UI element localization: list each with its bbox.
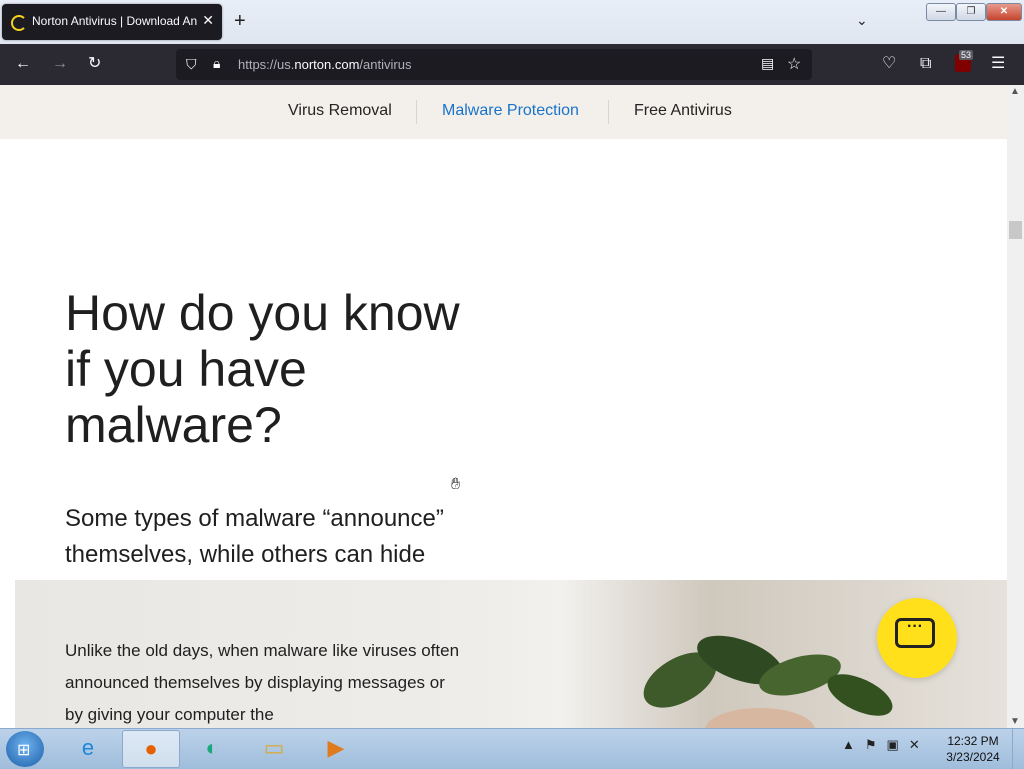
divider <box>608 100 609 124</box>
new-tab-button[interactable]: + <box>234 10 246 32</box>
bookmark-star-icon[interactable]: ☆ <box>787 54 801 74</box>
page-scrollbar[interactable]: ▲ ▼ <box>1007 85 1024 728</box>
url-text[interactable]: https://us.norton.com/antivirus <box>238 57 411 72</box>
scroll-thumb[interactable] <box>1009 221 1022 239</box>
web-page: Virus Removal Malware Protection Free An… <box>0 85 1007 728</box>
clock-time: 12:32 PM <box>947 734 999 748</box>
subnav-malware-protection[interactable]: Malware Protection <box>442 102 579 120</box>
show-hidden-icons-icon[interactable]: ▲ <box>842 737 865 752</box>
scroll-down-icon[interactable]: ▼ <box>1010 716 1020 727</box>
clock-date: 3/23/2024 <box>946 750 1000 764</box>
divider <box>416 100 417 124</box>
pocket-icon[interactable]: ♡ <box>882 55 896 73</box>
page-heading: How do you know if you have malware? <box>65 285 460 453</box>
window-maximize-button[interactable]: ❐ <box>956 3 986 21</box>
windows-logo-icon: ⊞ <box>17 742 31 759</box>
firefox-icon[interactable]: ● <box>122 730 180 768</box>
subnav-virus-removal[interactable]: Virus Removal <box>288 102 392 120</box>
edge-icon[interactable]: ◐ <box>184 730 240 766</box>
plant-image <box>643 635 893 728</box>
loading-spinner-icon <box>11 15 27 31</box>
window-close-button[interactable]: ✕ <box>986 3 1022 21</box>
menu-icon[interactable]: ☰ <box>991 55 1005 73</box>
tab-strip: Norton Antivirus | Download Antivirus ✕ … <box>0 0 1024 44</box>
internet-explorer-icon[interactable]: e <box>60 730 116 766</box>
action-center-flag-icon[interactable]: ⚑ <box>865 737 887 752</box>
reload-button[interactable]: ↻ <box>88 55 101 73</box>
back-button[interactable]: ← <box>15 55 31 73</box>
volume-muted-icon[interactable]: ✕ <box>909 737 930 752</box>
file-explorer-icon[interactable]: ▭ <box>246 730 302 766</box>
lock-icon[interactable]: 🔒︎ <box>213 55 220 72</box>
extensions-icon[interactable]: ⧉ <box>920 55 931 73</box>
media-player-icon[interactable]: ▶ <box>308 730 364 766</box>
reader-view-icon[interactable]: ▤ <box>761 55 774 72</box>
clock[interactable]: 12:32 PM 3/23/2024 <box>944 733 1002 765</box>
subnav-free-antivirus[interactable]: Free Antivirus <box>634 102 732 120</box>
chat-icon: ··· <box>895 618 935 648</box>
list-all-tabs-button[interactable]: ⌄ <box>856 12 868 29</box>
hand-cursor-icon: ✋︎ <box>451 476 461 493</box>
start-button[interactable]: ⊞ <box>6 731 44 767</box>
tab-close-icon[interactable]: ✕ <box>202 12 214 29</box>
body-paragraph: Unlike the old days, when malware like v… <box>65 641 460 724</box>
shield-icon[interactable]: ⛉ <box>186 56 197 73</box>
scroll-up-icon[interactable]: ▲ <box>1010 86 1020 97</box>
network-icon[interactable]: ▣ <box>887 737 909 752</box>
window-minimize-button[interactable]: — <box>926 3 956 21</box>
tab-norton-antivirus[interactable]: Norton Antivirus | Download Antivirus ✕ <box>2 4 222 40</box>
taskbar: ⊞ e ● ◐ ▭ ▶ ▲⚑▣✕ 12:32 PM 3/23/2024 <box>0 728 1024 769</box>
chat-button[interactable]: ··· <box>877 598 957 678</box>
navigation-toolbar: ← → ↻ ⛉ 🔒︎ https://us.norton.com/antivir… <box>0 44 1024 85</box>
tab-title: Norton Antivirus | Download Antivirus <box>32 14 197 28</box>
url-scheme: https://us. <box>238 57 295 72</box>
url-host: norton.com <box>294 57 360 72</box>
url-path: /antivirus <box>359 57 412 72</box>
forward-button[interactable]: → <box>52 55 68 73</box>
show-desktop-button[interactable] <box>1012 729 1024 769</box>
system-tray[interactable]: ▲⚑▣✕ <box>842 737 930 753</box>
sub-navigation: Virus Removal Malware Protection Free An… <box>0 85 1007 139</box>
ublock-badge: 53 <box>959 50 974 60</box>
address-bar[interactable]: ⛉ 🔒︎ https://us.norton.com/antivirus ▤ ☆ <box>176 49 812 80</box>
